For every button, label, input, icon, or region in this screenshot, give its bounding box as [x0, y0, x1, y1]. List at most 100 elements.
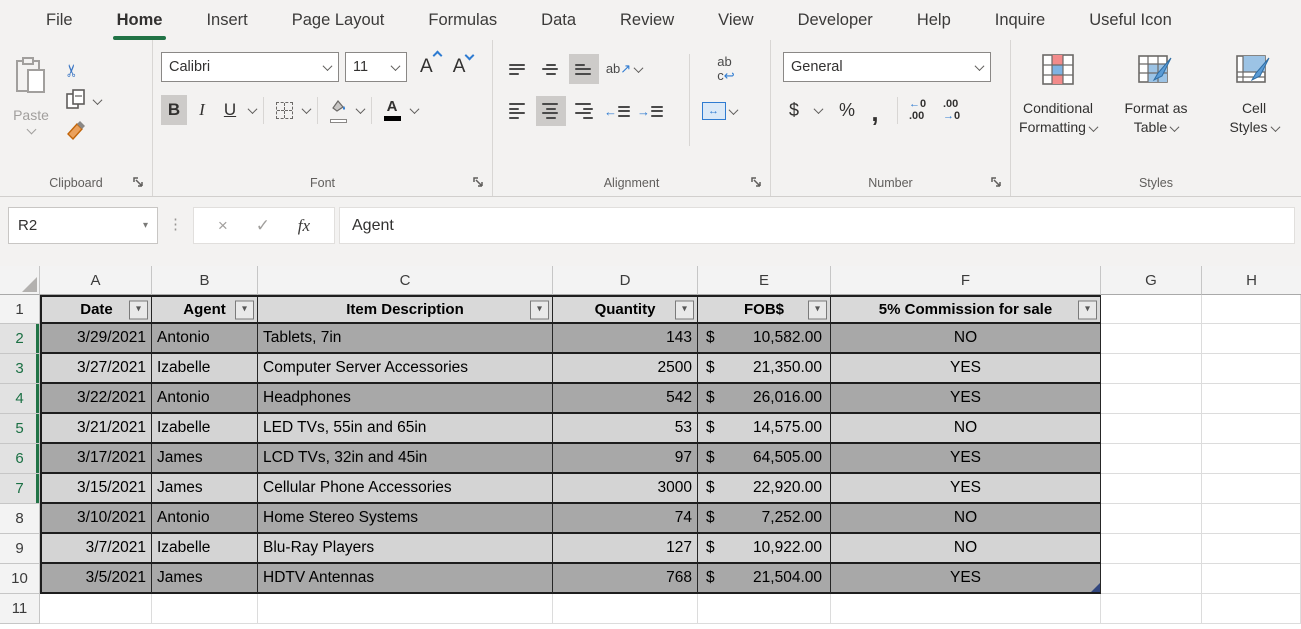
cell-item[interactable]: Computer Server Accessories: [258, 354, 553, 384]
empty-cell[interactable]: [1101, 444, 1202, 474]
underline-button[interactable]: U: [217, 95, 243, 125]
cell-styles-button[interactable]: Cell Styles: [1210, 54, 1298, 196]
empty-cell[interactable]: [1101, 534, 1202, 564]
empty-cell[interactable]: [152, 594, 258, 624]
column-header-g[interactable]: G: [1101, 266, 1202, 295]
align-middle-button[interactable]: [536, 54, 566, 84]
filter-button[interactable]: ▾: [530, 300, 549, 319]
empty-cell[interactable]: [1101, 504, 1202, 534]
empty-cell[interactable]: [1202, 444, 1301, 474]
cell-agent[interactable]: Izabelle: [152, 354, 258, 384]
cell-item[interactable]: Home Stereo Systems: [258, 504, 553, 534]
empty-cell[interactable]: [40, 594, 152, 624]
comma-style-button[interactable]: ,: [864, 95, 886, 125]
cell-item[interactable]: Cellular Phone Accessories: [258, 474, 553, 504]
cell-quantity[interactable]: 542: [553, 384, 698, 414]
cell-fob[interactable]: $10,582.00: [698, 324, 831, 354]
cell-quantity[interactable]: 768: [553, 564, 698, 594]
font-size-combobox[interactable]: 11: [345, 52, 407, 82]
empty-cell[interactable]: [258, 594, 553, 624]
tab-page-layout[interactable]: Page Layout: [270, 2, 407, 39]
cell-item[interactable]: LED TVs, 55in and 65in: [258, 414, 553, 444]
percent-style-button[interactable]: %: [836, 95, 858, 125]
cell-agent[interactable]: Antonio: [152, 384, 258, 414]
header-cell-quantity[interactable]: Quantity ▾: [553, 295, 698, 324]
cell-quantity[interactable]: 74: [553, 504, 698, 534]
empty-cell[interactable]: [1202, 504, 1301, 534]
column-header-d[interactable]: D: [553, 266, 698, 295]
cell-agent[interactable]: James: [152, 444, 258, 474]
cell-quantity[interactable]: 127: [553, 534, 698, 564]
enter-check-icon[interactable]: ✓: [256, 216, 270, 236]
tab-inquire[interactable]: Inquire: [973, 2, 1067, 39]
select-all-corner[interactable]: [0, 266, 40, 295]
alignment-dialog-launcher-icon[interactable]: [750, 176, 763, 189]
cell-item[interactable]: LCD TVs, 32in and 45in: [258, 444, 553, 474]
cell-commission[interactable]: NO: [831, 504, 1101, 534]
tab-data[interactable]: Data: [519, 2, 598, 39]
tab-home[interactable]: Home: [95, 2, 185, 39]
cell-commission[interactable]: NO: [831, 534, 1101, 564]
cell-agent[interactable]: Izabelle: [152, 534, 258, 564]
empty-cell[interactable]: [1202, 354, 1301, 384]
align-center-button[interactable]: [536, 96, 566, 126]
align-right-button[interactable]: [569, 96, 599, 126]
cut-button[interactable]: ✂: [62, 58, 104, 82]
column-header-h[interactable]: H: [1202, 266, 1301, 295]
row-header-11[interactable]: 11: [0, 594, 40, 624]
tab-insert[interactable]: Insert: [184, 2, 269, 39]
cell-date[interactable]: 3/29/2021: [40, 324, 152, 354]
cell-quantity[interactable]: 2500: [553, 354, 698, 384]
cell-agent[interactable]: James: [152, 564, 258, 594]
tab-useful-icon[interactable]: Useful Icon: [1067, 2, 1194, 39]
tab-developer[interactable]: Developer: [776, 2, 895, 39]
empty-cell[interactable]: [1101, 594, 1202, 624]
increase-indent-button[interactable]: →: [635, 96, 665, 126]
wrap-text-button[interactable]: abc↩: [711, 54, 741, 84]
column-header-a[interactable]: A: [40, 266, 152, 295]
cell-item[interactable]: HDTV Antennas: [258, 564, 553, 594]
header-cell-fob[interactable]: FOB$ ▾: [698, 295, 831, 324]
row-header-5[interactable]: 5: [0, 414, 40, 444]
empty-cell[interactable]: [1202, 474, 1301, 504]
cell-quantity[interactable]: 53: [553, 414, 698, 444]
decrease-decimal-button[interactable]: .00 →0: [943, 95, 965, 125]
filter-button[interactable]: ▾: [129, 300, 148, 319]
cell-fob[interactable]: $21,504.00: [698, 564, 831, 594]
filter-button[interactable]: ▾: [235, 300, 254, 319]
cell-commission[interactable]: YES: [831, 564, 1101, 594]
cell-date[interactable]: 3/21/2021: [40, 414, 152, 444]
copy-button[interactable]: [62, 89, 104, 113]
header-cell-item-description[interactable]: Item Description ▾: [258, 295, 553, 324]
empty-cell[interactable]: [1202, 324, 1301, 354]
cell-date[interactable]: 3/7/2021: [40, 534, 152, 564]
cell-fob[interactable]: $22,920.00: [698, 474, 831, 504]
cell-fob[interactable]: $14,575.00: [698, 414, 831, 444]
filter-button[interactable]: ▾: [808, 300, 827, 319]
insert-function-icon[interactable]: fx: [298, 216, 310, 236]
cell-quantity[interactable]: 3000: [553, 474, 698, 504]
increase-decimal-button[interactable]: ←0 .00: [909, 95, 931, 125]
empty-cell[interactable]: [1101, 564, 1202, 594]
empty-cell[interactable]: [1202, 414, 1301, 444]
cell-date[interactable]: 3/27/2021: [40, 354, 152, 384]
empty-cell[interactable]: [1202, 564, 1301, 594]
number-format-combobox[interactable]: General: [783, 52, 991, 82]
cell-agent[interactable]: Antonio: [152, 324, 258, 354]
chevron-down-icon[interactable]: [356, 104, 366, 114]
paste-button[interactable]: Paste: [0, 52, 62, 196]
cell-fob[interactable]: $10,922.00: [698, 534, 831, 564]
tab-formulas[interactable]: Formulas: [406, 2, 519, 39]
empty-cell[interactable]: [1202, 594, 1301, 624]
cell-agent[interactable]: James: [152, 474, 258, 504]
chevron-down-icon[interactable]: [248, 104, 258, 114]
empty-cell[interactable]: [1101, 354, 1202, 384]
name-box[interactable]: R2 ▾: [8, 207, 158, 244]
cell-date[interactable]: 3/10/2021: [40, 504, 152, 534]
table-resize-handle[interactable]: [1091, 583, 1100, 592]
empty-cell[interactable]: [698, 594, 831, 624]
italic-button[interactable]: I: [189, 95, 215, 125]
cell-commission[interactable]: YES: [831, 474, 1101, 504]
cell-item[interactable]: Headphones: [258, 384, 553, 414]
format-as-table-button[interactable]: Format as Table: [1112, 54, 1200, 196]
